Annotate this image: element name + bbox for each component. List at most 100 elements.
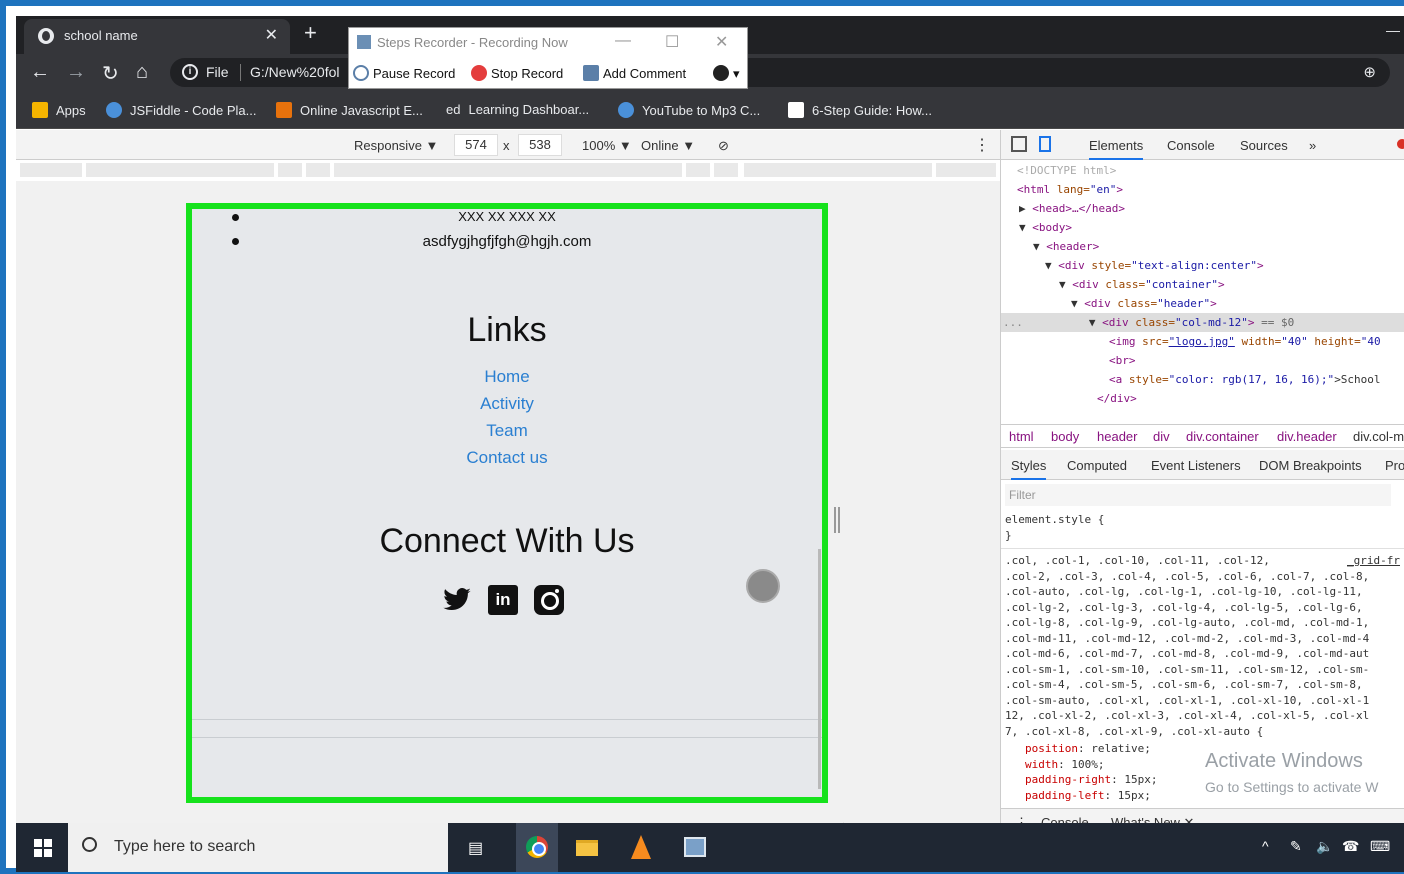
link-contact-us[interactable]: Contact us — [192, 446, 822, 473]
pause-record-button[interactable]: Pause Record — [353, 65, 455, 81]
viewport-width-input[interactable]: 574 — [454, 134, 498, 156]
bookmark-jsfiddle[interactable]: JSFiddle - Code Pla... — [106, 102, 256, 118]
info-icon[interactable]: i — [182, 64, 198, 80]
drawer-menu-icon[interactable]: ⋮ — [1015, 815, 1028, 823]
back-icon[interactable]: ← — [30, 61, 50, 84]
stop-record-button[interactable]: Stop Record — [471, 65, 563, 81]
forward-icon[interactable]: → — [66, 61, 86, 84]
tab-elements[interactable]: Elements — [1089, 138, 1144, 160]
instagram-icon[interactable] — [534, 585, 564, 615]
drawer-tab-whats-new[interactable]: What's New ✕ — [1111, 815, 1194, 823]
linkedin-icon[interactable]: in — [488, 585, 518, 615]
subtab-computed[interactable]: Computed — [1067, 458, 1127, 473]
responsive-dropdown[interactable]: Responsive ▼ — [354, 138, 438, 153]
taskbar-search-box[interactable]: Type here to search — [68, 823, 448, 872]
breadcrumb-div[interactable]: div — [1153, 429, 1170, 444]
network-icon[interactable]: ☎ — [1342, 838, 1359, 855]
zoom-icon[interactable]: ⊕ — [1363, 63, 1376, 81]
dom-div-close[interactable]: </div> — [1097, 389, 1137, 408]
media-query-segment[interactable] — [686, 163, 710, 177]
resize-handle-right[interactable] — [834, 507, 840, 533]
bookmark-6-step-guide[interactable]: 6-Step Guide: How... — [788, 102, 932, 118]
dom-div-container[interactable]: ▼ <div class="container"> — [1059, 275, 1225, 294]
error-badge[interactable] — [1397, 139, 1404, 149]
dom-div-header[interactable]: ▼ <div class="header"> — [1071, 294, 1217, 313]
url-text[interactable]: G:/New%20fol — [250, 64, 339, 80]
link-activity[interactable]: Activity — [192, 392, 822, 419]
reload-icon[interactable]: ↻ — [102, 61, 119, 86]
subtab-dom-breakpoints[interactable]: DOM Breakpoints — [1259, 458, 1362, 473]
breadcrumb-div-container[interactable]: div.container — [1186, 429, 1259, 444]
file-explorer-icon[interactable] — [572, 832, 602, 862]
dom-doctype[interactable]: <!DOCTYPE html> — [1017, 161, 1116, 180]
link-home[interactable]: Home — [192, 365, 822, 392]
recorder-maximize-icon[interactable]: ☐ — [665, 32, 679, 52]
breadcrumb-html[interactable]: html — [1009, 429, 1034, 444]
dom-html[interactable]: <html lang="en"> — [1017, 180, 1123, 199]
media-query-segment[interactable] — [278, 163, 302, 177]
chrome-taskbar-icon[interactable] — [516, 823, 558, 872]
window-minimize-icon[interactable]: — — [1386, 22, 1400, 38]
subtab-event-listeners[interactable]: Event Listeners — [1151, 458, 1241, 473]
tab-console[interactable]: Console — [1167, 138, 1215, 153]
breadcrumb-div-header[interactable]: div.header — [1277, 429, 1337, 444]
breadcrumb-header[interactable]: header — [1097, 429, 1137, 444]
zoom-dropdown[interactable]: 100% ▼ — [582, 138, 632, 153]
network-dropdown[interactable]: Online ▼ — [641, 138, 695, 153]
link-team[interactable]: Team — [192, 419, 822, 446]
dom-img[interactable]: <img src="logo.jpg" width="40" height="4… — [1109, 332, 1381, 351]
breadcrumb-body[interactable]: body — [1051, 429, 1079, 444]
css-property-padding-left[interactable]: padding-left: 15px; — [1025, 788, 1151, 804]
media-query-segment[interactable] — [744, 163, 932, 177]
recorder-minimize-icon[interactable]: — — [615, 32, 631, 50]
tray-chevron-icon[interactable]: ^ — [1262, 838, 1269, 854]
bookmark-learning-dashboard[interactable]: ed Learning Dashboar... — [446, 102, 589, 117]
bookmark-youtube-mp3[interactable]: YouTube to Mp3 C... — [618, 102, 760, 118]
browser-tab[interactable]: school name ✕ — [24, 19, 290, 54]
media-query-segment[interactable] — [86, 163, 274, 177]
media-query-segment[interactable] — [306, 163, 330, 177]
dom-body[interactable]: ▼ <body> — [1019, 218, 1072, 237]
volume-icon[interactable]: 🔈 — [1316, 838, 1333, 855]
stylesheet-link[interactable]: _grid-fr — [1347, 554, 1400, 567]
media-query-segment[interactable] — [334, 163, 682, 177]
device-toggle-icon[interactable] — [1039, 136, 1051, 152]
media-query-segment[interactable] — [20, 163, 82, 177]
dom-a[interactable]: <a style="color: rgb(17, 16, 16);">Schoo… — [1109, 370, 1381, 389]
keyboard-icon[interactable]: ⌨ — [1370, 838, 1390, 855]
drawer-tab-console[interactable]: Console — [1041, 815, 1089, 823]
media-query-segment[interactable] — [714, 163, 738, 177]
task-view-icon[interactable]: ▤ — [462, 832, 492, 862]
recorder-help-button[interactable]: ▾ — [713, 65, 740, 82]
styles-filter-input[interactable]: Filter — [1005, 484, 1391, 506]
css-property-padding-right[interactable]: padding-right: 15px; — [1025, 772, 1157, 788]
device-options-icon[interactable]: ⋮ — [974, 135, 990, 155]
dom-br[interactable]: <br> — [1109, 351, 1136, 370]
more-tabs-icon[interactable]: » — [1309, 138, 1316, 153]
tab-sources[interactable]: Sources — [1240, 138, 1288, 153]
breadcrumb-div-col[interactable]: div.col-m — [1353, 429, 1404, 444]
home-icon[interactable]: ⌂ — [136, 61, 148, 84]
dom-head[interactable]: ▶ <head>…</head> — [1019, 199, 1125, 218]
subtab-properties[interactable]: Pro — [1385, 458, 1404, 473]
inspect-element-icon[interactable] — [1011, 136, 1027, 152]
element-style-rule[interactable]: element.style { — [1005, 512, 1104, 528]
dom-header[interactable]: ▼ <header> — [1033, 237, 1099, 256]
recorder-close-icon[interactable]: ✕ — [715, 32, 728, 52]
rotate-icon[interactable]: ⊘ — [718, 138, 729, 154]
viewport-height-input[interactable]: 538 — [518, 134, 562, 156]
new-tab-button[interactable]: + — [304, 20, 317, 46]
media-query-segment[interactable] — [936, 163, 996, 177]
steps-recorder-taskbar-icon[interactable] — [680, 832, 710, 862]
vlc-icon[interactable] — [626, 832, 656, 862]
windows-start-icon[interactable] — [34, 839, 52, 857]
viewport-scrollbar[interactable] — [818, 549, 821, 789]
bookmark-apps[interactable]: Apps — [32, 102, 86, 118]
pen-icon[interactable]: ✎ — [1290, 838, 1302, 855]
media-query-bar[interactable] — [16, 161, 1000, 181]
tab-close-icon[interactable]: ✕ — [265, 25, 278, 45]
bookmark-online-js[interactable]: Online Javascript E... — [276, 102, 423, 118]
dom-div-center[interactable]: ▼ <div style="text-align:center"> — [1045, 256, 1264, 275]
css-property-position[interactable]: position: relative; — [1025, 741, 1151, 757]
twitter-icon[interactable] — [442, 585, 472, 615]
